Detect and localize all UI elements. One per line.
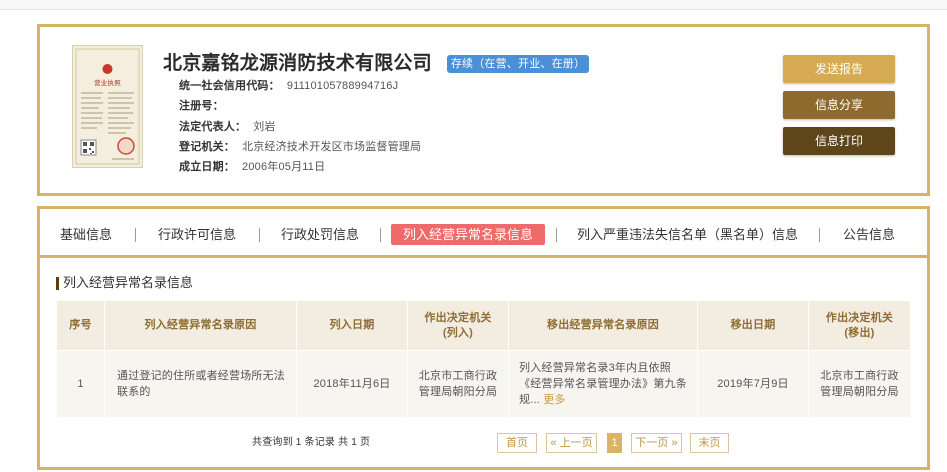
tab-administrative-penalty[interactable]: 行政处罚信息: [270, 224, 370, 245]
send-report-button[interactable]: 发送报告: [783, 55, 895, 83]
tab-separator: [819, 228, 820, 242]
column-header-listing-date: 列入日期: [296, 300, 408, 351]
column-header-index: 序号: [56, 300, 105, 351]
tab-divider: [40, 255, 927, 258]
field-registration-number: 注册号：: [179, 96, 421, 116]
cell-listing-authority: 北京市工商行政管理局朝阳分局: [407, 350, 509, 418]
license-title: 营业执照: [94, 78, 121, 87]
field-credit-code: 统一社会信用代码： 91110105788994716J: [179, 76, 421, 96]
table-header-row: 序号 列入经营异常名录原因 列入日期 作出决定机关(列入) 移出经营异常名录原因…: [56, 300, 911, 351]
qr-code-icon: [80, 139, 97, 156]
tab-separator: [380, 228, 381, 242]
pagination-summary: 共查询到 1 条记录 共 1 页: [252, 437, 371, 448]
pagination: 共查询到 1 条记录 共 1 页 首页 « 上一页 1 下一页 » 末页: [40, 433, 927, 453]
cell-listing-reason: 通过登记的住所或者经营场所无法联系的: [104, 350, 297, 418]
prev-page-button[interactable]: « 上一页: [546, 433, 597, 453]
field-value: 北京经济技术开发区市场监督管理局: [242, 140, 422, 153]
company-title-row: 北京嘉铭龙源消防技术有限公司 存续（在营、开业、在册）: [163, 52, 590, 76]
tab-serious-violation-blacklist[interactable]: 列入严重违法失信名单（黑名单）信息: [570, 224, 805, 245]
column-header-removal-reason: 移出经营异常名录原因: [508, 300, 698, 351]
last-page-button[interactable]: 末页: [690, 433, 729, 453]
company-fields: 统一社会信用代码： 91110105788994716J 注册号： 法定代表人： 刘…: [179, 76, 421, 177]
company-name: 北京嘉铭龙源消防技术有限公司: [163, 53, 432, 74]
current-page-button[interactable]: 1: [607, 433, 622, 453]
tab-abnormal-operation[interactable]: 列入经营异常名录信息: [391, 224, 545, 245]
field-registration-authority: 登记机关： 北京经济技术开发区市场监督管理局: [179, 137, 421, 157]
cell-removal-authority: 北京市工商行政管理局朝阳分局: [808, 350, 911, 418]
column-header-removal-authority: 作出决定机关(移出): [808, 300, 911, 351]
more-link[interactable]: 更多: [543, 394, 565, 406]
section-title-text: 列入经营异常名录信息: [63, 275, 194, 290]
field-establishment-date: 成立日期： 2006年05月11日: [179, 157, 421, 177]
field-label: 法定代表人：: [179, 120, 247, 133]
cell-index: 1: [56, 350, 105, 418]
license-seal-icon: [117, 137, 135, 155]
top-strip: [0, 0, 947, 10]
tab-announcements[interactable]: 公告信息: [831, 224, 907, 245]
tab-separator: [556, 228, 557, 242]
field-value: 91110105788994716J: [286, 80, 399, 92]
column-header-removal-date: 移出日期: [697, 300, 809, 351]
field-label: 统一社会信用代码：: [179, 80, 280, 92]
company-info-card: 营业执照 北京嘉铭龙源消防技术有限公司 存续（在营、开业、在册） 统一社会信用代…: [37, 24, 930, 196]
print-info-button[interactable]: 信息打印: [783, 127, 895, 155]
business-license-image[interactable]: 营业执照: [72, 45, 143, 168]
cell-removal-date: 2019年7月9日: [697, 350, 809, 418]
tab-separator: [259, 228, 260, 242]
field-label: 登记机关：: [179, 140, 235, 153]
next-page-button[interactable]: 下一页 »: [631, 433, 682, 453]
field-legal-representative: 法定代表人： 刘岩: [179, 117, 421, 137]
cell-listing-date: 2018年11月6日: [296, 350, 408, 418]
column-header-listing-authority: 作出决定机关(列入): [407, 300, 509, 351]
section-title-bar: [56, 277, 59, 290]
national-emblem-icon: [102, 64, 113, 74]
tab-administrative-license[interactable]: 行政许可信息: [147, 224, 247, 245]
first-page-button[interactable]: 首页: [497, 433, 537, 453]
detail-card: 基础信息 行政许可信息 行政处罚信息 列入经营异常名录信息 列入严重违法失信名单…: [37, 206, 930, 470]
field-label: 成立日期：: [179, 161, 235, 173]
share-info-button[interactable]: 信息分享: [783, 91, 895, 119]
abnormal-operation-table: 序号 列入经营异常名录原因 列入日期 作出决定机关(列入) 移出经营异常名录原因…: [56, 300, 911, 418]
cell-removal-reason: 列入经营异常名录3年内且依照《经营异常名录管理办法》第九条规... 更多: [508, 350, 698, 418]
field-value: 刘岩: [253, 120, 276, 133]
status-badge: 存续（在营、开业、在册）: [446, 55, 590, 73]
field-value: 2006年05月11日: [242, 161, 326, 173]
field-label: 注册号：: [179, 100, 224, 113]
tab-separator: [135, 228, 136, 242]
tab-basic-info[interactable]: 基础信息: [48, 224, 124, 245]
section-title: 列入经营异常名录信息: [56, 275, 193, 291]
column-header-listing-reason: 列入经营异常名录原因: [104, 300, 297, 351]
table-row: 1 通过登记的住所或者经营场所无法联系的 2018年11月6日 北京市工商行政管…: [56, 350, 911, 418]
